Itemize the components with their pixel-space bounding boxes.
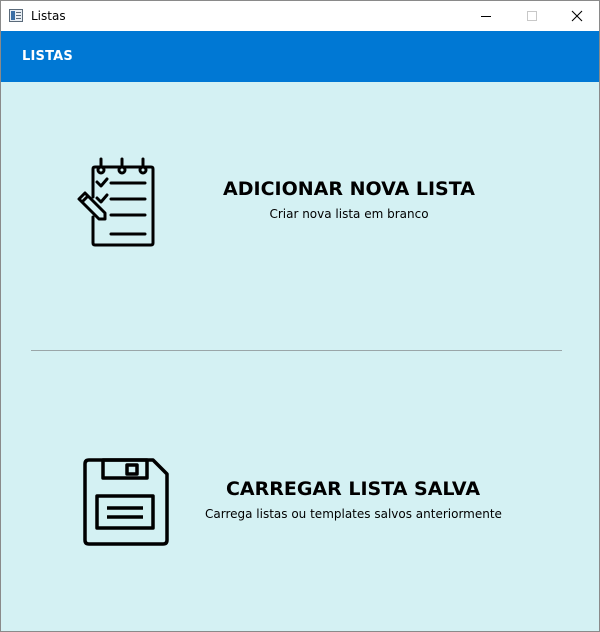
load-saved-list-title: CARREGAR LISTA SALVA bbox=[225, 478, 481, 500]
minimize-icon bbox=[481, 16, 491, 17]
close-button[interactable] bbox=[554, 1, 599, 31]
notepad-checklist-icon bbox=[77, 157, 155, 247]
header-title: LISTAS bbox=[22, 49, 73, 64]
add-new-list-option[interactable]: ADICIONAR NOVA LISTA Criar nova lista em… bbox=[1, 152, 599, 262]
section-divider bbox=[31, 350, 562, 351]
floppy-disk-icon bbox=[83, 458, 169, 546]
app-header: LISTAS bbox=[1, 31, 599, 82]
load-saved-list-description: Carrega listas ou templates salvos anter… bbox=[205, 507, 502, 521]
minimize-button[interactable] bbox=[463, 1, 509, 31]
add-new-list-description: Criar nova lista em branco bbox=[269, 207, 429, 221]
app-window: Listas LISTAS ADICIONAR NOVA LISTA Criar… bbox=[0, 0, 600, 632]
close-icon bbox=[571, 10, 583, 22]
maximize-icon bbox=[527, 11, 537, 21]
add-new-list-title: ADICIONAR NOVA LISTA bbox=[223, 178, 475, 200]
window-titlebar[interactable]: Listas bbox=[1, 1, 599, 31]
load-saved-list-option[interactable]: CARREGAR LISTA SALVA Carrega listas ou t… bbox=[1, 452, 599, 562]
app-icon bbox=[9, 9, 23, 22]
window-title: Listas bbox=[31, 9, 66, 23]
maximize-button[interactable] bbox=[509, 1, 555, 31]
main-content: ADICIONAR NOVA LISTA Criar nova lista em… bbox=[1, 82, 599, 631]
